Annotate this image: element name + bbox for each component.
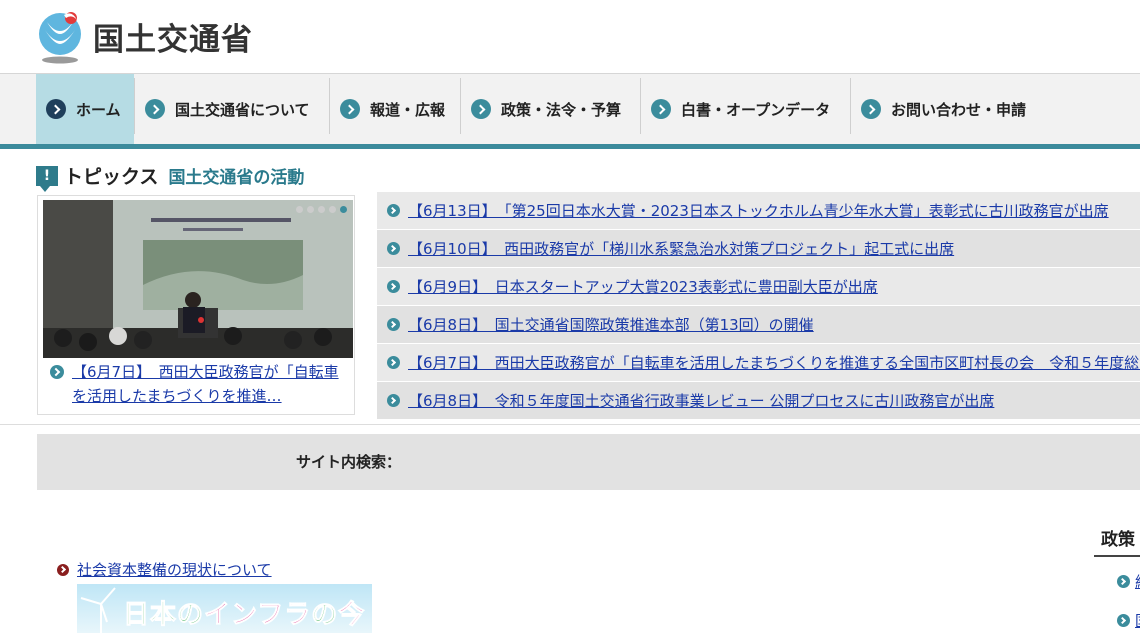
nav-label: 白書・オープンデータ <box>681 100 831 119</box>
mlit-logo-icon[interactable] <box>36 12 84 64</box>
banner-text: 今 <box>338 600 366 631</box>
topic-link[interactable]: 【6月7日】 西田大臣政務官が「自転車を活用したまちづくりを推進する全国市区町村… <box>408 352 1140 373</box>
chevron-right-icon <box>387 280 400 293</box>
slide-dot[interactable] <box>296 206 303 213</box>
topic-link[interactable]: 【6月10日】 西田政務官が「梯川水系緊急治水対策プロジェクト」起工式に出席 <box>408 238 954 259</box>
site-name[interactable]: 国土交通省 <box>93 14 253 59</box>
topic-link[interactable]: 【6月8日】 国土交通省国際政策推進本部（第13回）の開催 <box>408 314 814 335</box>
slide-dot[interactable] <box>329 206 336 213</box>
nav-label: ホーム <box>76 100 121 119</box>
chevron-right-icon <box>57 563 69 576</box>
slide-dot-active[interactable] <box>340 206 347 213</box>
side-link[interactable]: 総 <box>1112 571 1140 592</box>
chevron-right-icon <box>861 99 881 119</box>
topics-list: 【6月13日】 「第25回日本水大賞・2023日本ストックホルム青少年水大賞」表… <box>377 192 1140 420</box>
nav-whitepaper[interactable]: 白書・オープンデータ <box>641 74 850 144</box>
slide-indicators <box>296 206 347 213</box>
nav-label: 報道・広報 <box>370 100 446 119</box>
topic-link[interactable]: 【6月13日】 「第25回日本水大賞・2023日本ストックホルム青少年水大賞」表… <box>408 200 1109 221</box>
exclamation-icon: ! <box>36 165 58 192</box>
nav-policy[interactable]: 政策・法令・予算 <box>461 74 640 144</box>
wind-turbine-icon <box>80 587 116 633</box>
side-link[interactable]: 国 <box>1112 610 1140 631</box>
nav-home[interactable]: ホーム <box>36 74 134 144</box>
slide-caption-link[interactable]: 【6月7日】 西田大臣政務官が「自転車を活用したまちづくりを推進… <box>72 360 350 408</box>
chevron-right-icon <box>387 242 400 255</box>
topics-title: トピックス <box>64 166 159 188</box>
chevron-right-icon <box>471 99 491 119</box>
policy-heading: 政策 <box>1101 530 1135 550</box>
chevron-right-icon <box>340 99 360 119</box>
banner-text: の <box>311 600 339 631</box>
nav-about[interactable]: 国土交通省について <box>135 74 329 144</box>
slide-dot[interactable] <box>307 206 314 213</box>
chevron-right-icon <box>1117 575 1130 588</box>
chevron-right-icon <box>46 99 66 119</box>
list-item: 【6月7日】 西田大臣政務官が「自転車を活用したまちづくりを推進する全国市区町村… <box>377 344 1140 382</box>
chevron-right-icon <box>50 365 64 379</box>
topic-link[interactable]: 【6月9日】 日本スタートアップ大賞2023表彰式に豊田副大臣が出席 <box>408 276 878 297</box>
slide-caption: 【6月7日】 西田大臣政務官が「自転車を活用したまちづくりを推進… <box>50 360 350 408</box>
side-link-label: 国 <box>1135 610 1140 631</box>
section-divider <box>0 424 1140 425</box>
search-label: サイト内検索： <box>296 453 402 471</box>
infra-status-link[interactable]: 社会資本整備の現状について <box>57 559 272 580</box>
banner-text: インフラ <box>204 600 312 631</box>
nav-label: お問い合わせ・申請 <box>891 100 1027 119</box>
topics-subtitle: 国土交通省の活動 <box>168 168 305 188</box>
list-item: 【6月8日】 国土交通省国際政策推進本部（第13回）の開催 <box>377 306 1140 344</box>
list-item: 【6月9日】 日本スタートアップ大賞2023表彰式に豊田副大臣が出席 <box>377 268 1140 306</box>
list-item: 【6月8日】 令和５年度国土交通省行政事業レビュー 公開プロセスに古川政務官が出… <box>377 382 1140 420</box>
heading-underline <box>1094 555 1140 557</box>
list-item: 【6月10日】 西田政務官が「梯川水系緊急治水対策プロジェクト」起工式に出席 <box>377 230 1140 268</box>
site-header: 国土交通省 <box>0 0 1140 73</box>
global-nav: ホーム 国土交通省について 報道・広報 政策・法令・予算 白書・オープンデータ … <box>0 73 1140 149</box>
list-item: 【6月13日】 「第25回日本水大賞・2023日本ストックホルム青少年水大賞」表… <box>377 192 1140 230</box>
chevron-right-icon <box>145 99 165 119</box>
chevron-right-icon <box>387 318 400 331</box>
nav-contact[interactable]: お問い合わせ・申請 <box>851 74 1051 144</box>
nav-press[interactable]: 報道・広報 <box>330 74 460 144</box>
infra-banner[interactable]: 日本のインフラの今 <box>77 584 372 633</box>
chevron-right-icon <box>651 99 671 119</box>
chevron-right-icon <box>387 394 400 407</box>
banner-title: 日本のインフラの今 <box>122 594 366 631</box>
topic-link[interactable]: 【6月8日】 令和５年度国土交通省行政事業レビュー 公開プロセスに古川政務官が出… <box>408 390 994 411</box>
side-link-label: 総 <box>1135 571 1140 592</box>
nav-label: 政策・法令・予算 <box>501 100 622 119</box>
slide-photo[interactable] <box>43 200 353 358</box>
chevron-right-icon <box>387 356 400 369</box>
nav-label: 国土交通省について <box>175 100 310 119</box>
topics-heading: ! トピックス 国土交通省の活動 <box>36 162 305 192</box>
banner-text: 日本の <box>122 600 205 631</box>
conference-photo-icon <box>43 200 353 358</box>
slide-dot[interactable] <box>318 206 325 213</box>
topics-slideshow: 【6月7日】 西田大臣政務官が「自転車を活用したまちづくりを推進… <box>37 195 355 415</box>
infra-link-label: 社会資本整備の現状について <box>77 561 272 579</box>
chevron-right-icon <box>387 204 400 217</box>
site-search-bar: サイト内検索： <box>37 434 1140 490</box>
chevron-right-icon <box>1117 614 1130 627</box>
